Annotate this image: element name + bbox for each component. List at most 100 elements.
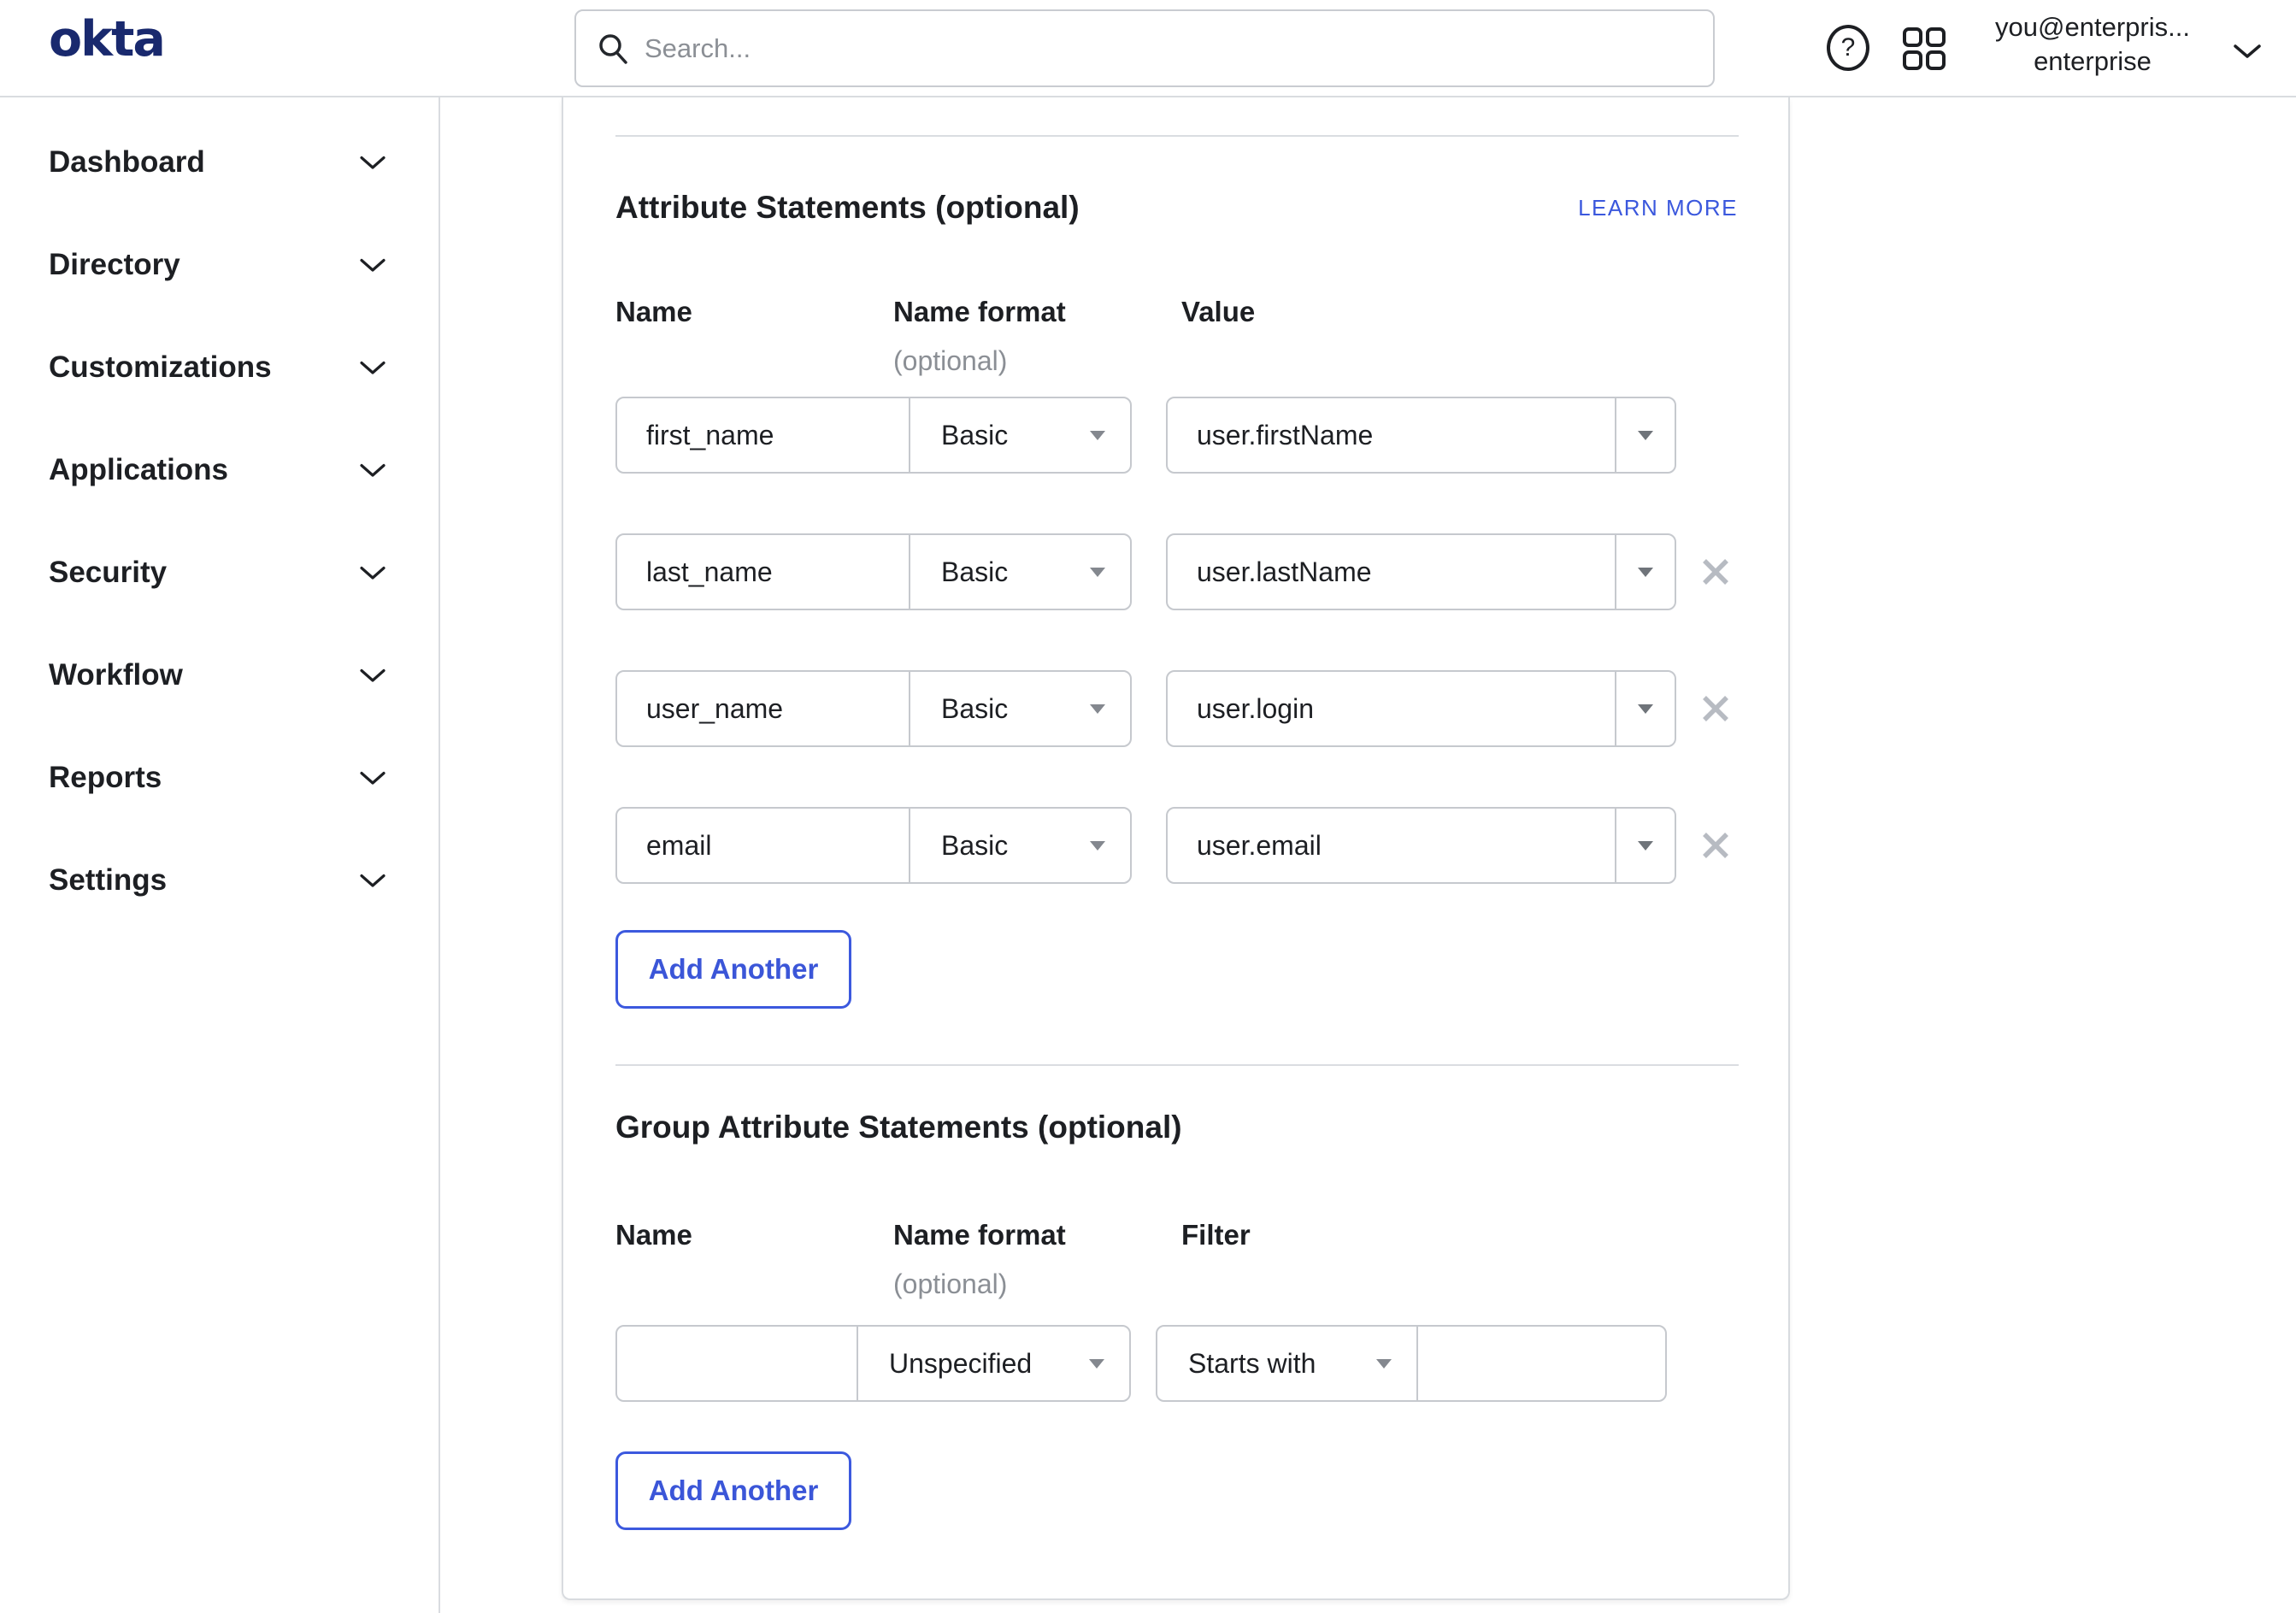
value-dropdown-button[interactable] (1615, 807, 1676, 884)
dropdown-arrow-icon (1089, 567, 1106, 578)
dropdown-arrow-icon (1089, 703, 1106, 715)
dropdown-arrow-icon (1637, 430, 1654, 441)
filter-type-selected: Starts with (1188, 1347, 1316, 1379)
sidebar-item-settings[interactable]: Settings (0, 829, 439, 932)
name-format-optional-note: (optional) (893, 1269, 1008, 1299)
chevron-down-icon (360, 874, 386, 888)
sidebar-item-customizations[interactable]: Customizations (0, 316, 439, 419)
section-divider (615, 1064, 1739, 1066)
dropdown-arrow-icon (1088, 1358, 1105, 1369)
column-header-name-format: Name format (893, 1219, 1066, 1251)
column-header-name: Name (615, 1219, 692, 1251)
value-dropdown-button[interactable] (1615, 397, 1676, 474)
chevron-down-icon (360, 463, 386, 478)
filter-value-input[interactable] (1416, 1325, 1667, 1402)
chevron-down-icon (360, 566, 386, 580)
attr-value-input[interactable] (1166, 670, 1616, 747)
sidebar-item-reports[interactable]: Reports (0, 727, 439, 829)
name-format-select[interactable]: Basic (909, 807, 1132, 884)
sidebar-item-security[interactable]: Security (0, 521, 439, 624)
value-dropdown-button[interactable] (1615, 670, 1676, 747)
apps-grid-button[interactable] (1901, 26, 1947, 72)
sidebar-item-applications[interactable]: Applications (0, 419, 439, 521)
remove-row-button[interactable] (1697, 827, 1734, 864)
global-search[interactable] (574, 9, 1715, 87)
dropdown-arrow-icon (1637, 567, 1654, 578)
name-format-optional-note: (optional) (893, 345, 1008, 376)
column-header-value: Value (1181, 296, 1256, 327)
learn-more-link[interactable]: LEARN MORE (1578, 195, 1738, 221)
account-org: enterprise (2034, 46, 2152, 76)
remove-icon (1700, 830, 1731, 861)
okta-admin-page: okta ? you@e (0, 0, 2296, 1613)
search-input[interactable] (645, 32, 1691, 64)
attribute-row: Basic (615, 670, 1734, 747)
column-header-name-format: Name format (893, 296, 1066, 327)
name-format-select[interactable]: Basic (909, 670, 1132, 747)
help-button[interactable]: ? (1824, 22, 1872, 74)
name-format-selected: Basic (941, 556, 1009, 587)
group-attribute-row: Unspecified Starts with (615, 1325, 1667, 1402)
attr-value-input[interactable] (1166, 533, 1616, 610)
name-format-select[interactable]: Basic (909, 533, 1132, 610)
name-format-selected: Basic (941, 419, 1009, 450)
attr-name-input[interactable] (615, 397, 910, 474)
dropdown-arrow-icon (1637, 840, 1654, 851)
value-dropdown-button[interactable] (1615, 533, 1676, 610)
account-email: you@enterpris... (1995, 12, 2190, 42)
chevron-down-icon (360, 668, 386, 683)
dropdown-arrow-icon (1637, 703, 1654, 715)
group-name-input[interactable] (615, 1325, 858, 1402)
attribute-row: Basic (615, 533, 1734, 610)
sidebar-item-label: Applications (49, 453, 229, 486)
chevron-down-icon (360, 156, 386, 170)
dropdown-arrow-icon (1089, 840, 1106, 851)
column-header-name: Name (615, 296, 692, 327)
chevron-down-icon (360, 361, 386, 375)
sidebar-item-workflow[interactable]: Workflow (0, 624, 439, 727)
chevron-down-icon (360, 771, 386, 786)
name-format-selected: Basic (941, 829, 1009, 861)
add-attribute-button[interactable]: Add Another (615, 930, 851, 1009)
sidebar-item-label: Workflow (49, 658, 183, 692)
saml-settings-panel: Attribute Statements (optional) LEARN MO… (562, 97, 1790, 1600)
search-icon (598, 32, 629, 65)
attr-value-input[interactable] (1166, 397, 1616, 474)
sidebar-item-directory[interactable]: Directory (0, 214, 439, 316)
attr-value-input[interactable] (1166, 807, 1616, 884)
help-icon: ? (1827, 25, 1869, 71)
sidebar-item-label: Directory (49, 248, 180, 281)
dropdown-arrow-icon (1089, 430, 1106, 441)
column-header-filter: Filter (1181, 1219, 1251, 1251)
add-group-attribute-button[interactable]: Add Another (615, 1451, 851, 1530)
apps-grid-icon (1903, 27, 1946, 70)
attr-name-input[interactable] (615, 670, 910, 747)
sidebar-nav: Dashboard Directory Customizations Appli… (0, 97, 440, 1613)
remove-icon (1700, 556, 1731, 587)
chevron-down-icon (360, 258, 386, 273)
attribute-row: Basic (615, 397, 1734, 474)
attribute-statements-title: Attribute Statements (optional) (615, 190, 1080, 225)
filter-type-select[interactable]: Starts with (1156, 1325, 1418, 1402)
okta-logo[interactable]: okta (49, 15, 166, 64)
attr-name-input[interactable] (615, 807, 910, 884)
name-format-selected: Unspecified (889, 1347, 1033, 1379)
name-format-select[interactable]: Basic (909, 397, 1132, 474)
sidebar-item-dashboard[interactable]: Dashboard (0, 111, 439, 214)
remove-icon (1700, 693, 1731, 724)
account-menu[interactable]: you@enterpris... enterprise (1966, 10, 2219, 79)
section-divider (615, 135, 1739, 137)
sidebar-item-label: Reports (49, 761, 162, 794)
group-name-format-select[interactable]: Unspecified (857, 1325, 1131, 1402)
name-format-selected: Basic (941, 692, 1009, 724)
sidebar-item-label: Security (49, 556, 168, 589)
remove-row-button[interactable] (1697, 553, 1734, 591)
sidebar-item-label: Dashboard (49, 145, 205, 179)
remove-row-button[interactable] (1697, 690, 1734, 727)
sidebar-item-label: Settings (49, 863, 168, 897)
attribute-row: Basic (615, 807, 1734, 884)
dropdown-arrow-icon (1375, 1358, 1392, 1369)
sidebar-item-label: Customizations (49, 350, 272, 384)
attr-name-input[interactable] (615, 533, 910, 610)
account-chevron-down-icon (2233, 43, 2262, 60)
